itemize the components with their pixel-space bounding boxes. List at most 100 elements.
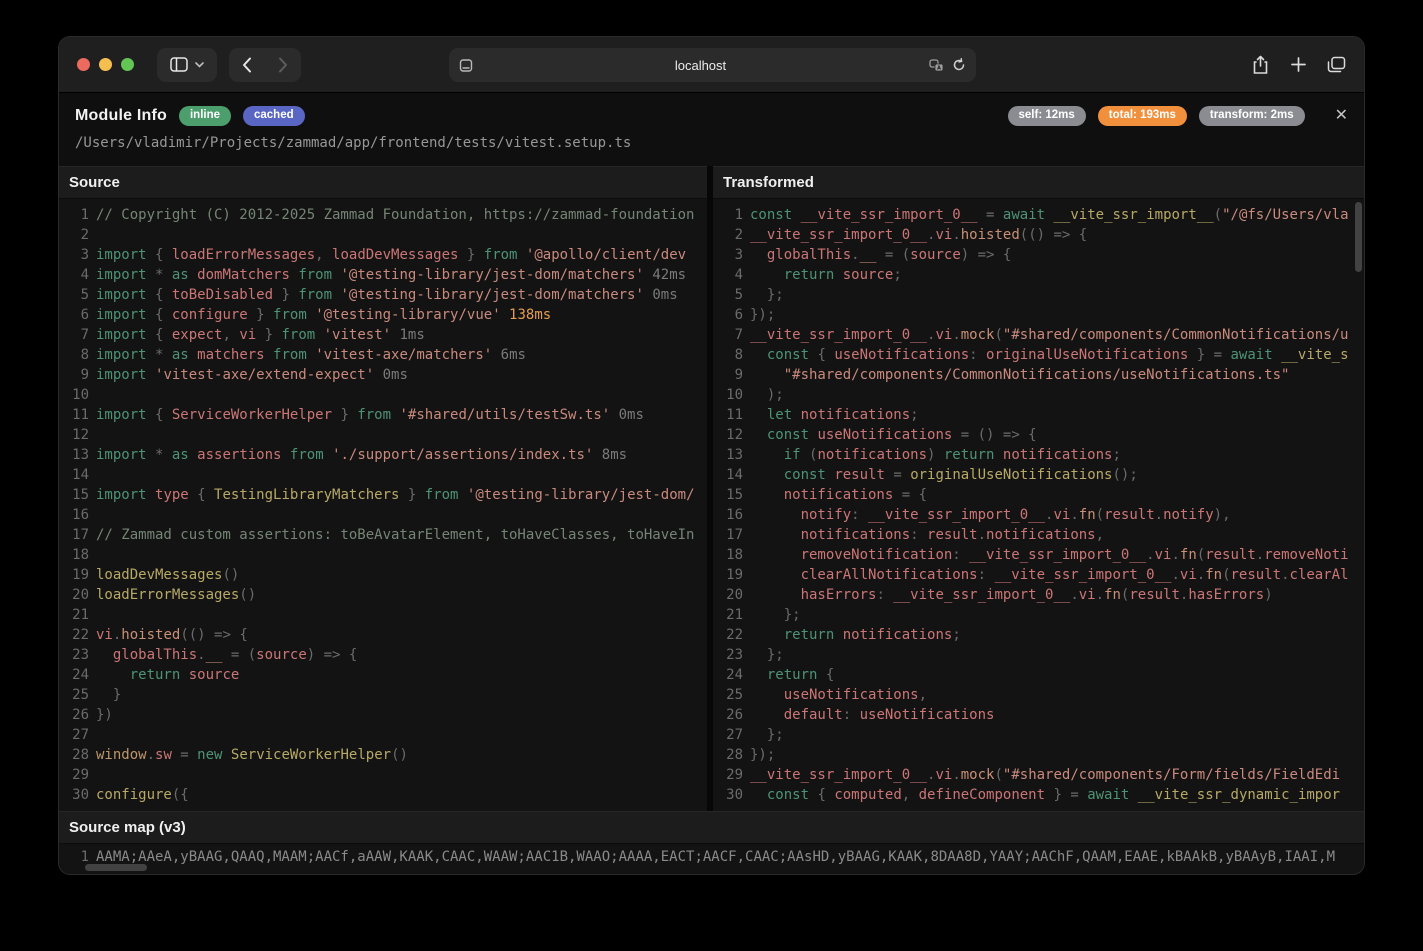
browser-window: localhost (58, 36, 1365, 875)
line-number: 20 (713, 585, 743, 605)
line-number: 16 (713, 505, 743, 525)
line-number: 29 (59, 765, 89, 785)
code-line: 22 return notifications; (713, 625, 1364, 645)
line-number: 7 (713, 325, 743, 345)
code-line: 20 hasErrors: __vite_ssr_import_0__.vi.f… (713, 585, 1364, 605)
code-line: 8import * as matchers from 'vitest-axe/m… (59, 345, 707, 365)
line-number: 14 (713, 465, 743, 485)
inline-badge: inline (179, 106, 231, 126)
code-line: 9 "#shared/components/CommonNotification… (713, 365, 1364, 385)
code-line: 6}); (713, 305, 1364, 325)
code-line: 12 (59, 425, 707, 445)
reload-icon[interactable] (952, 58, 966, 72)
line-number: 16 (59, 505, 89, 525)
line-number: 10 (59, 385, 89, 405)
line-number: 17 (59, 525, 89, 545)
line-number: 6 (713, 305, 743, 325)
line-number: 10 (713, 385, 743, 405)
code-line: 3 globalThis.__ = (source) => { (713, 245, 1364, 265)
code-line: 15import type { TestingLibraryMatchers }… (59, 485, 707, 505)
code-line: 28window.sw = new ServiceWorkerHelper() (59, 745, 707, 765)
code-line: 1 AAMA;AAeA,yBAAG,QAAQ,MAAM;AACf,aAAW,KA… (59, 847, 1364, 867)
line-number: 2 (713, 225, 743, 245)
code-line: 14 (59, 465, 707, 485)
line-number: 4 (713, 265, 743, 285)
minimize-window-button[interactable] (99, 58, 112, 71)
window-controls (77, 58, 134, 71)
code-line: 30configure({ (59, 785, 707, 805)
line-number: 23 (713, 645, 743, 665)
code-line: 20loadErrorMessages() (59, 585, 707, 605)
line-number: 12 (59, 425, 89, 445)
line-number: 15 (713, 485, 743, 505)
line-number: 9 (59, 365, 89, 385)
line-number: 21 (59, 605, 89, 625)
line-number: 27 (713, 725, 743, 745)
code-line: 6import { configure } from '@testing-lib… (59, 305, 707, 325)
code-line: 5 }; (713, 285, 1364, 305)
line-number: 8 (713, 345, 743, 365)
line-number: 9 (713, 365, 743, 385)
code-line: 17 notifications: result.notifications, (713, 525, 1364, 545)
source-code[interactable]: 1// Copyright (C) 2012-2025 Zammad Found… (59, 199, 707, 811)
sidebar-toggle-button[interactable] (157, 48, 217, 82)
code-line: 28}); (713, 745, 1364, 765)
code-line: 29__vite_ssr_import_0__.vi.mock("#shared… (713, 765, 1364, 785)
line-number: 23 (59, 645, 89, 665)
code-line: 1// Copyright (C) 2012-2025 Zammad Found… (59, 205, 707, 225)
sourcemap-code: 1 AAMA;AAeA,yBAAG,QAAQ,MAAM;AACf,aAAW,KA… (59, 844, 1364, 875)
page-title: Module Info (75, 107, 167, 125)
translate-icon[interactable] (929, 59, 944, 72)
line-number: 13 (59, 445, 89, 465)
line-number: 22 (713, 625, 743, 645)
code-line: 29 (59, 765, 707, 785)
line-number: 7 (59, 325, 89, 345)
code-line: 5import { toBeDisabled } from '@testing-… (59, 285, 707, 305)
tabs-icon[interactable] (1322, 51, 1350, 79)
close-window-button[interactable] (77, 58, 90, 71)
code-line: 27 (59, 725, 707, 745)
new-tab-icon[interactable] (1284, 51, 1312, 79)
line-number: 11 (713, 405, 743, 425)
line-number: 26 (713, 705, 743, 725)
line-number: 28 (59, 745, 89, 765)
code-line: 7import { expect, vi } from 'vitest' 1ms (59, 325, 707, 345)
transformed-panel-title: Transformed (713, 166, 1364, 199)
code-line: 21 }; (713, 605, 1364, 625)
line-number: 3 (713, 245, 743, 265)
code-line: 8 const { useNotifications: originalUseN… (713, 345, 1364, 365)
line-number: 22 (59, 625, 89, 645)
code-line: 19 clearAllNotifications: __vite_ssr_imp… (713, 565, 1364, 585)
code-line: 24 return source (59, 665, 707, 685)
code-line: 13 if (notifications) return notificatio… (713, 445, 1364, 465)
line-number: 18 (713, 545, 743, 565)
sourcemap-title: Source map (v3) (59, 811, 1364, 844)
close-icon[interactable]: ✕ (1335, 108, 1348, 124)
share-icon[interactable] (1246, 51, 1274, 79)
code-line: 23 }; (713, 645, 1364, 665)
vertical-scrollbar[interactable] (1355, 202, 1362, 272)
code-line: 24 return { (713, 665, 1364, 685)
code-line: 11 let notifications; (713, 405, 1364, 425)
address-bar[interactable]: localhost (449, 48, 976, 82)
line-number: 17 (713, 525, 743, 545)
code-line: 17// Zammad custom assertions: toBeAvata… (59, 525, 707, 545)
forward-button[interactable] (265, 48, 301, 82)
code-line: 26}) (59, 705, 707, 725)
module-info-header: Module Info inline cached self: 12ms tot… (59, 93, 1364, 166)
back-button[interactable] (229, 48, 265, 82)
line-number: 20 (59, 585, 89, 605)
code-line: 15 notifications = { (713, 485, 1364, 505)
chevron-down-icon (195, 62, 204, 68)
zoom-window-button[interactable] (121, 58, 134, 71)
code-line: 9import 'vitest-axe/extend-expect' 0ms (59, 365, 707, 385)
line-number: 25 (59, 685, 89, 705)
code-line: 11import { ServiceWorkerHelper } from '#… (59, 405, 707, 425)
toolbar-right-actions (1246, 51, 1350, 79)
line-number: 24 (59, 665, 89, 685)
horizontal-scrollbar[interactable] (85, 864, 147, 871)
code-panels: Source 1// Copyright (C) 2012-2025 Zamma… (59, 166, 1364, 811)
transformed-code[interactable]: 1const __vite_ssr_import_0__ = await __v… (713, 199, 1364, 811)
browser-toolbar: localhost (59, 37, 1364, 93)
line-number: 1 (59, 205, 89, 225)
